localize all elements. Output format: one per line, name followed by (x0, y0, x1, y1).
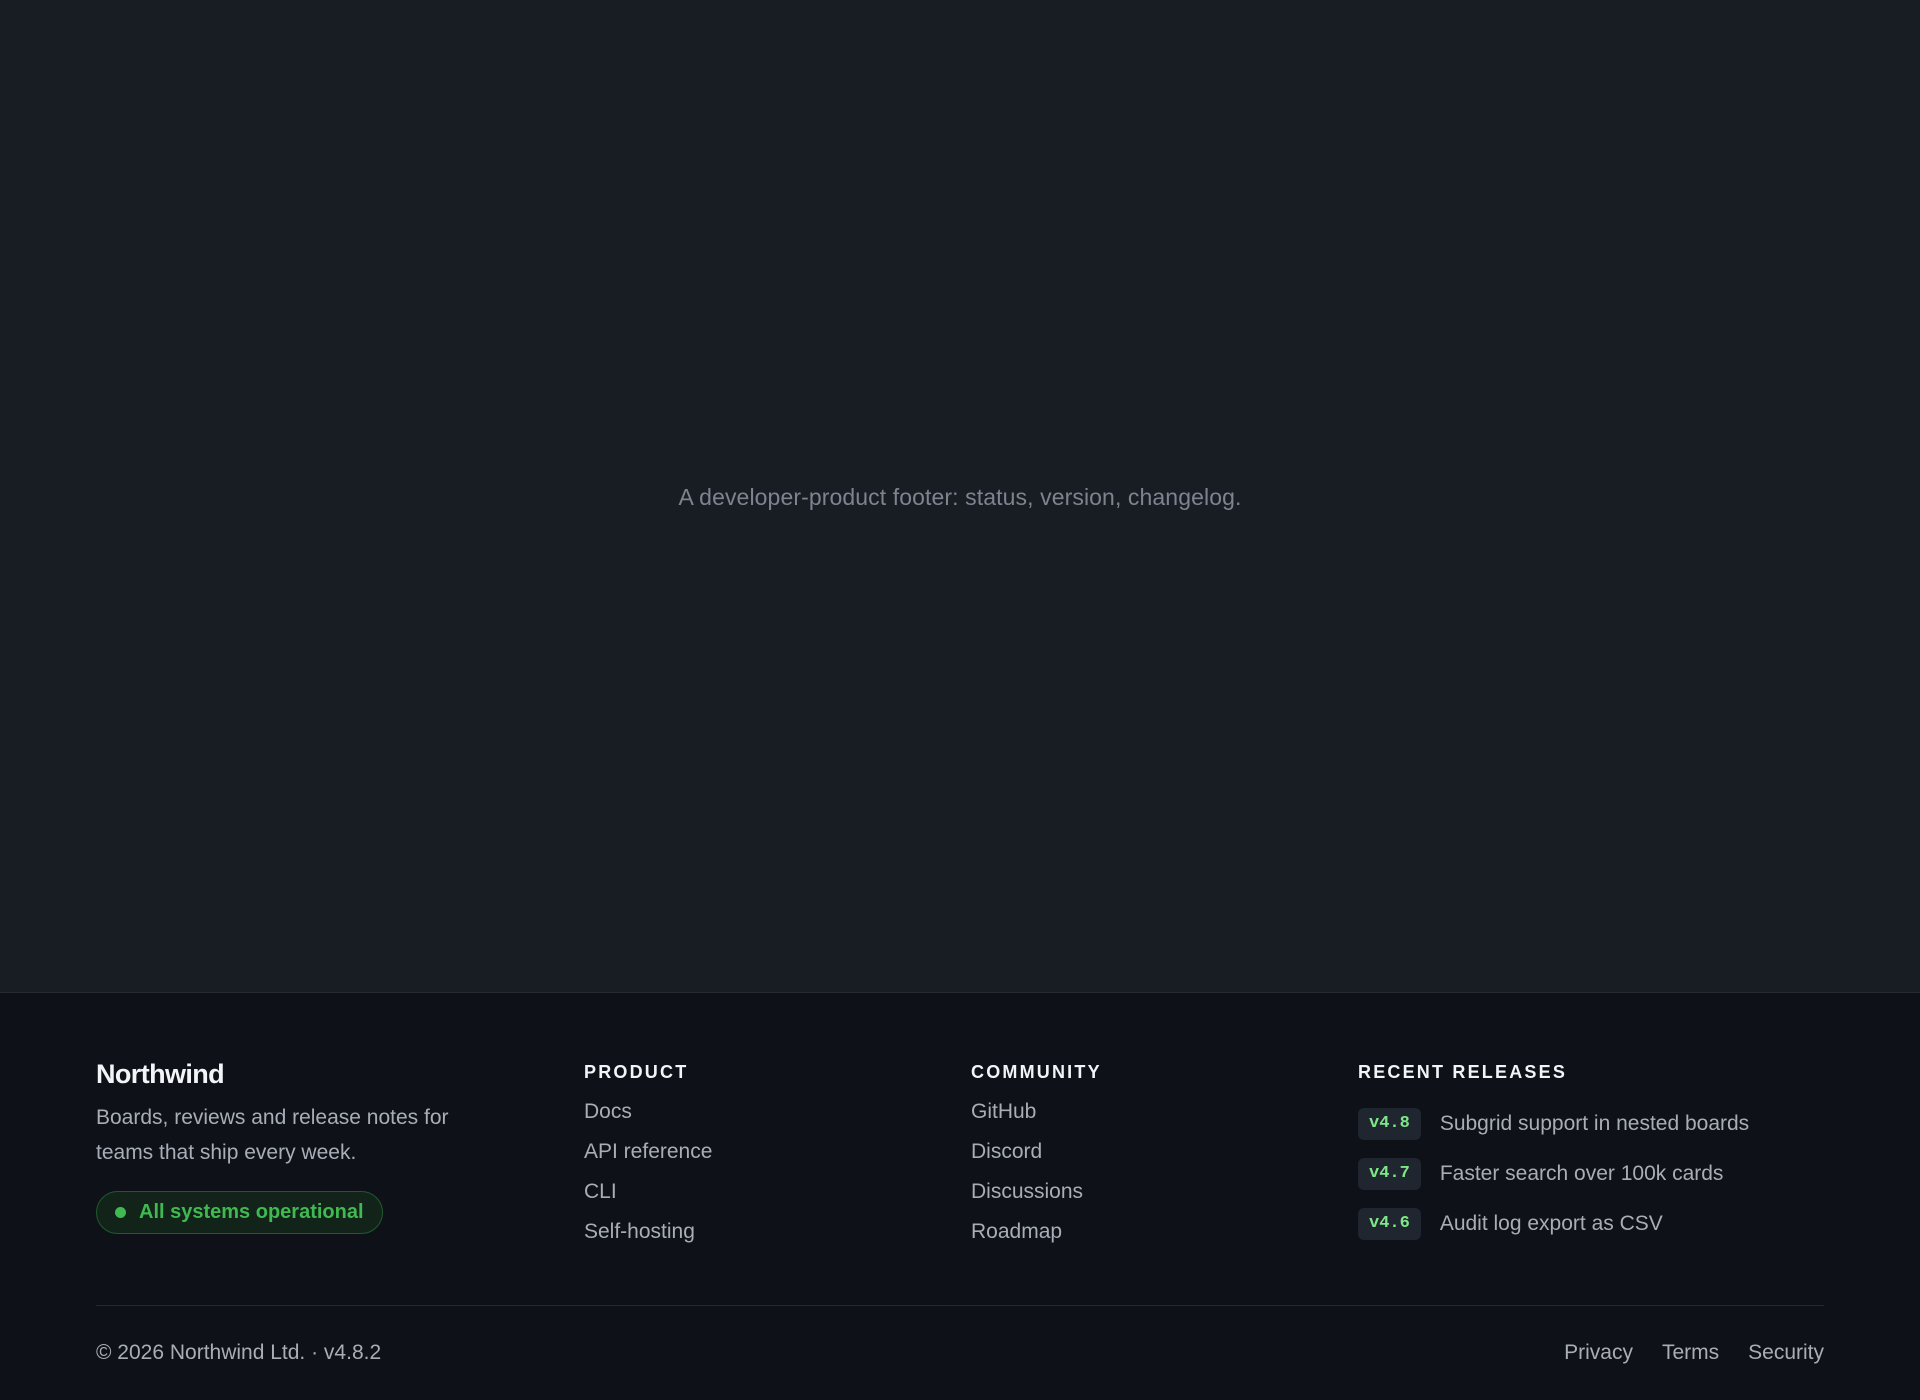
copyright-text: © 2026 Northwind Ltd. · v4.8.2 (96, 1340, 382, 1364)
product-link-cli[interactable]: CLI (584, 1180, 617, 1203)
status-dot-icon (115, 1207, 126, 1218)
status-label: All systems operational (139, 1201, 364, 1223)
release-version-badge: v4.6 (1358, 1208, 1421, 1240)
community-link-github[interactable]: GitHub (971, 1100, 1036, 1123)
status-badge[interactable]: All systems operational (96, 1191, 383, 1234)
community-links: GitHub Discord Discussions Roadmap (971, 1099, 1311, 1259)
legal-link-privacy[interactable]: Privacy (1564, 1341, 1633, 1365)
legal-links: Privacy Terms Security (1564, 1341, 1824, 1365)
product-link-self-hosting[interactable]: Self-hosting (584, 1220, 695, 1243)
page: A developer-product footer: status, vers… (0, 0, 1920, 1400)
release-version-badge: v4.8 (1358, 1108, 1421, 1140)
community-column: COMMUNITY GitHub Discord Discussions Roa… (971, 1058, 1311, 1259)
community-link-discussions[interactable]: Discussions (971, 1180, 1083, 1203)
footer-bottom-bar: © 2026 Northwind Ltd. · v4.8.2 Privacy T… (96, 1306, 1824, 1400)
community-link-roadmap[interactable]: Roadmap (971, 1220, 1062, 1243)
release-list: v4.8 Subgrid support in nested boards v4… (1358, 1099, 1828, 1249)
community-link-discord[interactable]: Discord (971, 1140, 1042, 1163)
brand-column: Northwind Boards, reviews and release no… (96, 1058, 516, 1234)
release-note: Subgrid support in nested boards (1439, 1112, 1750, 1135)
community-heading: COMMUNITY (971, 1062, 1102, 1082)
footer-columns: Northwind Boards, reviews and release no… (96, 1058, 1824, 1283)
release-note: Audit log export as CSV (1439, 1212, 1663, 1235)
release-version-badge: v4.7 (1358, 1158, 1421, 1190)
releases-column: RECENT RELEASES v4.8 Subgrid support in … (1358, 1058, 1828, 1249)
release-item[interactable]: v4.6 Audit log export as CSV (1358, 1199, 1828, 1249)
product-column: PRODUCT Docs API reference CLI Self-host… (584, 1058, 924, 1259)
brand-name[interactable]: Northwind (96, 1058, 516, 1090)
product-links: Docs API reference CLI Self-hosting (584, 1099, 924, 1259)
release-note: Faster search over 100k cards (1439, 1162, 1724, 1185)
release-item[interactable]: v4.7 Faster search over 100k cards (1358, 1149, 1828, 1199)
legal-link-terms[interactable]: Terms (1662, 1341, 1719, 1365)
legal-link-security[interactable]: Security (1748, 1341, 1824, 1365)
site-footer: Northwind Boards, reviews and release no… (0, 992, 1920, 1400)
product-link-docs[interactable]: Docs (584, 1100, 632, 1123)
brand-description: Boards, reviews and release notes for te… (96, 1106, 449, 1164)
product-link-api-reference[interactable]: API reference (584, 1140, 712, 1163)
releases-heading: RECENT RELEASES (1358, 1062, 1568, 1082)
hero-caption: A developer-product footer: status, vers… (678, 483, 1242, 510)
product-heading: PRODUCT (584, 1062, 689, 1082)
hero-area: A developer-product footer: status, vers… (0, 0, 1920, 992)
release-item[interactable]: v4.8 Subgrid support in nested boards (1358, 1099, 1828, 1149)
